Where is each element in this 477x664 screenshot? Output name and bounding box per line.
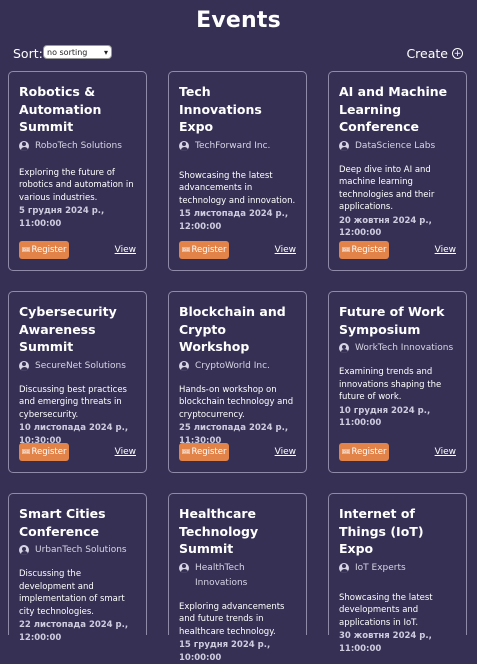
user-circle-icon	[339, 562, 349, 573]
event-card: Smart Cities Conference UrbanTech Soluti…	[8, 493, 147, 643]
chevron-down-icon: ▾	[103, 48, 108, 57]
register-label: Register	[351, 447, 387, 457]
sort-selected-value: no sorting	[47, 48, 88, 57]
event-description: Showcasing the latest advancements in te…	[179, 170, 296, 206]
ticket-icon: 🎟	[181, 448, 191, 456]
event-title: Tech Innovations Expo	[179, 84, 262, 134]
view-link[interactable]: View	[115, 447, 136, 457]
event-card: Blockchain and Crypto Workshop CryptoWor…	[168, 291, 307, 473]
register-label: Register	[191, 447, 227, 457]
event-description: Hands-on workshop on blockchain technolo…	[179, 384, 294, 420]
event-date: 15 листопада 2024 р., 12:00:00	[179, 209, 289, 232]
organizer-name: SecureNet Solutions	[35, 360, 126, 371]
event-card: Robotics & Automation Summit RoboTech So…	[8, 71, 147, 271]
register-label: Register	[191, 245, 227, 255]
ticket-icon: 🎟	[21, 246, 31, 254]
view-link[interactable]: View	[435, 447, 456, 457]
event-title: Internet of Things (IoT) Expo	[339, 506, 424, 556]
register-button[interactable]: 🎟Register	[19, 241, 69, 259]
event-description: Showcasing the latest developments and a…	[339, 592, 433, 628]
user-circle-icon	[179, 562, 189, 573]
organizer-name: WorkTech Innovations	[355, 343, 454, 353]
sort-label: Sort:	[13, 46, 43, 61]
event-title: Smart Cities Conference	[19, 506, 106, 539]
register-button[interactable]: 🎟Register	[179, 443, 229, 461]
user-circle-icon	[19, 360, 29, 371]
register-label: Register	[31, 447, 67, 457]
plus-circle-icon: +	[452, 48, 463, 59]
user-circle-icon	[339, 343, 349, 353]
register-button[interactable]: 🎟Register	[339, 443, 389, 461]
ticket-icon: 🎟	[21, 448, 31, 456]
user-circle-icon	[19, 545, 29, 555]
event-description: Exploring advancements and future trends…	[179, 601, 285, 637]
event-title: Healthcare Technology Summit	[179, 506, 259, 556]
ticket-icon: 🎟	[341, 246, 351, 254]
register-label: Register	[31, 245, 67, 255]
organizer-name: CryptoWorld Inc.	[195, 360, 270, 371]
event-description: Exploring the future of robotics and aut…	[19, 167, 134, 203]
organizer-name: RoboTech Solutions	[35, 140, 122, 151]
user-circle-icon	[179, 140, 189, 151]
event-date: 15 грудня 2024 р., 10:00:00	[179, 640, 271, 663]
organizer-name: HealthTech Innovations	[195, 562, 248, 588]
register-label: Register	[351, 245, 387, 255]
event-organizer: RoboTech Solutions	[19, 139, 136, 154]
view-link[interactable]: View	[275, 447, 296, 457]
create-label: Create	[406, 46, 448, 61]
event-title: Cybersecurity Awareness Summit	[19, 304, 117, 354]
event-date: 5 грудня 2024 р., 11:00:00	[19, 206, 105, 229]
event-organizer: UrbanTech Solutions	[19, 543, 136, 558]
event-card: Internet of Things (IoT) Expo IoT Expert…	[328, 493, 467, 654]
event-title: Blockchain and Crypto Workshop	[179, 304, 286, 354]
register-button[interactable]: 🎟Register	[19, 443, 69, 461]
organizer-name: DataScience Labs	[355, 140, 436, 151]
register-button[interactable]: 🎟Register	[179, 241, 229, 259]
event-organizer: WorkTech Innovations	[339, 341, 456, 356]
event-organizer: DataScience Labs	[339, 139, 456, 154]
event-organizer: TechForward Inc.	[179, 139, 296, 154]
organizer-name: UrbanTech Solutions	[35, 545, 127, 555]
event-description: Discussing the development and implement…	[19, 569, 125, 617]
user-circle-icon	[339, 140, 349, 151]
view-link[interactable]: View	[115, 245, 136, 255]
view-link[interactable]: View	[435, 245, 456, 255]
organizer-name: IoT Experts	[355, 562, 406, 573]
event-card: Future of Work Symposium WorkTech Innova…	[328, 291, 467, 473]
event-card: AI and Machine Learning Conference DataS…	[328, 71, 467, 271]
event-organizer: IoT Experts	[339, 561, 456, 576]
user-circle-icon	[179, 360, 189, 371]
event-title: AI and Machine Learning Conference	[339, 84, 448, 134]
ticket-icon: 🎟	[181, 246, 191, 254]
event-organizer: HealthTech Innovations	[179, 561, 296, 591]
toolbar: Sort: no sorting ▾ Create +	[13, 45, 463, 63]
event-description: Examining trends and innovations shaping…	[339, 367, 442, 402]
event-organizer: SecureNet Solutions	[19, 359, 136, 374]
user-circle-icon	[19, 140, 29, 151]
view-link[interactable]: View	[275, 245, 296, 255]
event-date: 30 жовтня 2024 р., 11:00:00	[339, 631, 432, 654]
event-card: Healthcare Technology Summit HealthTech …	[168, 493, 307, 663]
ticket-icon: 🎟	[341, 448, 351, 456]
register-button[interactable]: 🎟Register	[339, 241, 389, 259]
create-button[interactable]: Create +	[406, 46, 463, 61]
event-title: Future of Work Symposium	[339, 304, 445, 337]
event-date: 20 жовтня 2024 р., 12:00:00	[339, 215, 432, 239]
page-title: Events	[196, 8, 281, 33]
sort-select[interactable]: no sorting ▾	[43, 45, 112, 59]
event-date: 22 листопада 2024 р., 12:00:00	[19, 620, 129, 643]
event-description: Deep dive into AI and machine learning t…	[339, 164, 435, 213]
event-title: Robotics & Automation Summit	[19, 84, 102, 134]
event-card: Tech Innovations Expo TechForward Inc. S…	[168, 71, 307, 271]
event-description: Discussing best practices and emerging t…	[19, 384, 127, 420]
event-organizer: CryptoWorld Inc.	[179, 359, 296, 374]
organizer-name: TechForward Inc.	[195, 140, 271, 151]
event-card: Cybersecurity Awareness Summit SecureNet…	[8, 291, 147, 473]
event-date: 10 грудня 2024 р., 11:00:00	[339, 405, 431, 429]
